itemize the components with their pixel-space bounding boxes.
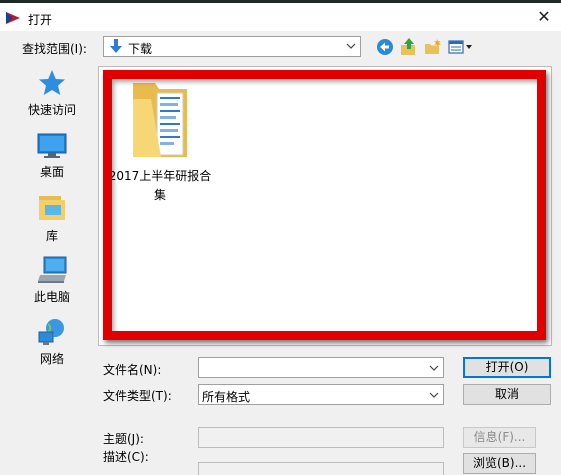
chevron-down-icon xyxy=(429,392,439,398)
open-button[interactable]: 打开(O) xyxy=(463,357,551,378)
sidebar-item-label: 桌面 xyxy=(39,165,64,179)
subject-field xyxy=(198,427,444,448)
star-icon xyxy=(39,70,65,95)
view-menu-icon[interactable] xyxy=(448,38,474,56)
open-file-dialog: 打开 ✕ 查找范围(I): 下载 快速访问 桌面 库 此电脑 网络 2017上半… xyxy=(0,0,561,475)
desktop-icon xyxy=(37,133,67,158)
sidebar-item-library[interactable]: 库 xyxy=(16,194,88,244)
filename-label: 文件名(N): xyxy=(103,363,162,377)
close-button[interactable]: ✕ xyxy=(533,6,555,28)
network-icon xyxy=(38,319,64,345)
sidebar-item-desktop[interactable]: 桌面 xyxy=(16,132,88,180)
description-field xyxy=(198,462,444,475)
places-sidebar: 快速访问 桌面 库 此电脑 网络 xyxy=(16,66,88,372)
lookin-value: 下载 xyxy=(128,42,153,56)
window-title: 打开 xyxy=(28,13,53,27)
library-icon xyxy=(39,196,65,220)
app-icon xyxy=(6,12,20,24)
folder-name: 2017上半年研报合集 xyxy=(108,169,212,202)
computer-icon xyxy=(38,256,67,283)
subject-label: 主题(J): xyxy=(103,432,144,446)
filename-field[interactable] xyxy=(198,357,444,378)
sidebar-item-label: 网络 xyxy=(39,352,64,366)
new-folder-icon[interactable] xyxy=(424,38,442,56)
up-folder-icon[interactable] xyxy=(400,38,418,56)
filetype-dropdown[interactable]: 所有格式 xyxy=(198,384,444,405)
info-button[interactable]: 信息(F)... xyxy=(463,427,536,448)
lookin-dropdown[interactable]: 下载 xyxy=(103,36,361,57)
title-bar: 打开 ✕ xyxy=(0,3,561,31)
chevron-down-icon xyxy=(429,365,439,371)
chevron-down-icon xyxy=(346,43,356,49)
downloads-folder-icon xyxy=(110,39,122,53)
browse-button[interactable]: 浏览(B)... xyxy=(463,453,536,474)
lookin-label: 查找范围(I): xyxy=(22,42,87,56)
back-arrow-icon[interactable] xyxy=(376,38,394,56)
close-icon: ✕ xyxy=(537,7,551,26)
folder-item[interactable]: 2017上半年研报合集 xyxy=(105,79,215,205)
sidebar-item-quick-access[interactable]: 快速访问 xyxy=(16,68,88,118)
description-label: 描述(C): xyxy=(103,450,149,464)
folder-icon xyxy=(133,83,187,157)
filetype-label: 文件类型(T): xyxy=(103,389,172,403)
sidebar-item-label: 库 xyxy=(45,229,58,243)
filetype-value: 所有格式 xyxy=(202,390,251,404)
sidebar-item-label: 此电脑 xyxy=(33,290,70,304)
sidebar-item-this-pc[interactable]: 此电脑 xyxy=(16,255,88,305)
cancel-button[interactable]: 取消 xyxy=(463,384,551,405)
sidebar-item-network[interactable]: 网络 xyxy=(16,317,88,367)
sidebar-item-label: 快速访问 xyxy=(27,103,76,117)
